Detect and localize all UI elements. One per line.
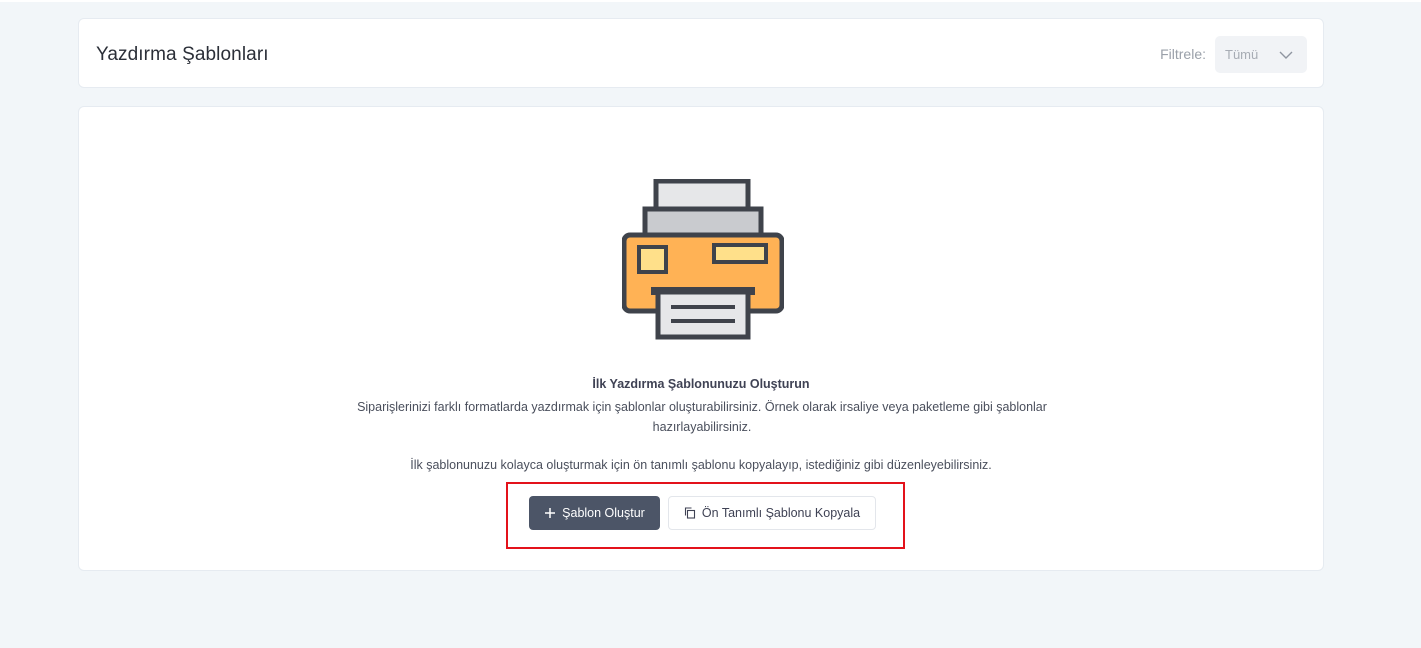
empty-state-card: İlk Yazdırma Şablonunuzu Oluşturun Sipar… (78, 106, 1324, 571)
create-template-button[interactable]: Şablon Oluştur (529, 496, 660, 530)
page-header: Yazdırma Şablonları Filtrele: Tümü (78, 18, 1324, 88)
empty-state-title: İlk Yazdırma Şablonunuzu Oluşturun (592, 377, 810, 391)
empty-state-hint: İlk şablonunuzu kolayca oluşturmak için … (410, 458, 992, 472)
copy-icon (684, 507, 695, 519)
filter-selected-value: Tümü (1225, 47, 1259, 62)
filter-label: Filtrele: (1160, 46, 1206, 62)
empty-state-description: Siparişlerinizi farklı formatlarda yazdı… (357, 400, 1047, 434)
page-title: Yazdırma Şablonları (96, 44, 269, 65)
printer-icon (622, 179, 784, 340)
copy-default-template-label: Ön Tanımlı Şablonu Kopyala (701, 506, 861, 520)
filter-select[interactable]: Tümü (1215, 36, 1307, 73)
plus-icon (545, 508, 556, 518)
chevron-down-icon (1279, 51, 1293, 59)
copy-default-template-button[interactable]: Ön Tanımlı Şablonu Kopyala (668, 496, 876, 530)
create-template-label: Şablon Oluştur (562, 506, 645, 520)
top-strip (0, 0, 1421, 2)
